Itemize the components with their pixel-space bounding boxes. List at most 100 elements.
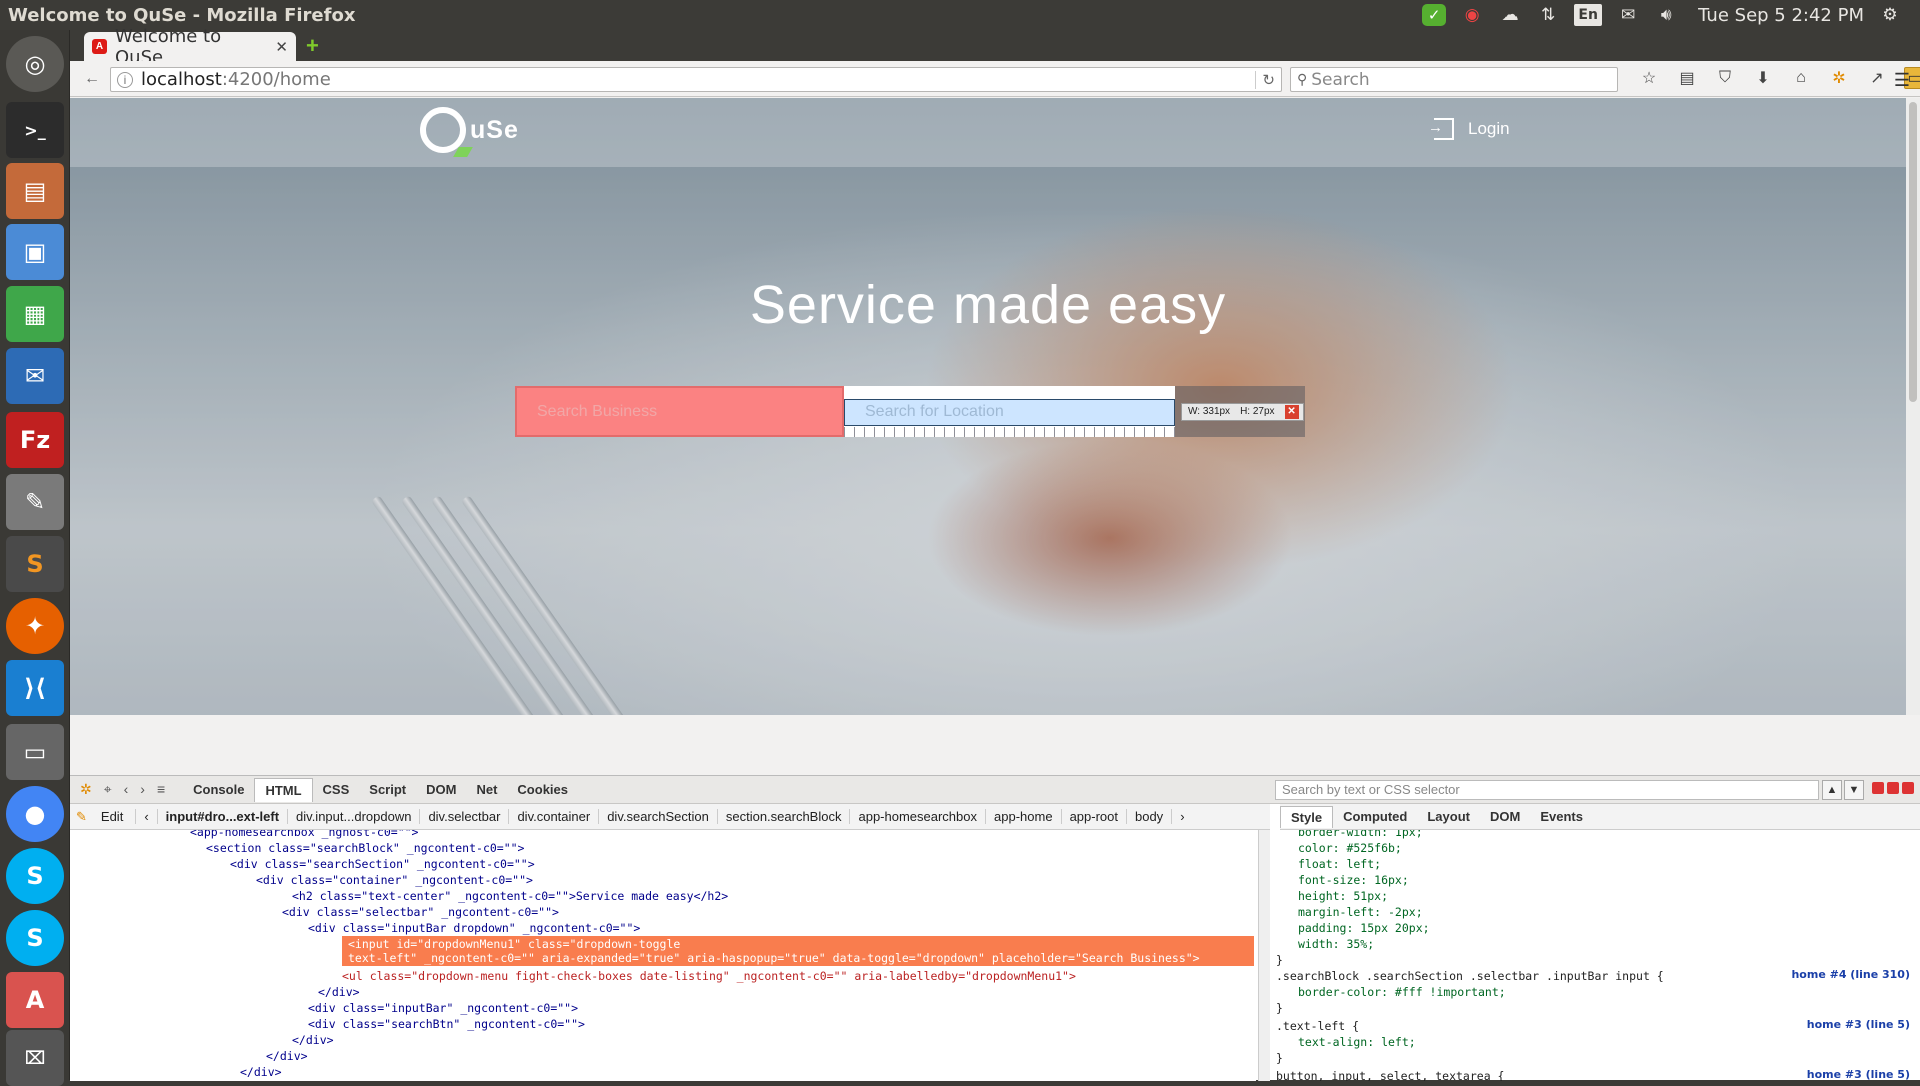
downloads-icon[interactable]: ⬇ — [1752, 67, 1774, 89]
trash-icon[interactable]: ⌧ — [6, 1030, 64, 1086]
url-bar[interactable]: i localhost :4200/home ↻ — [110, 67, 1282, 92]
search-button[interactable]: W: 331px H: 27px ✕ — [1175, 386, 1305, 437]
skype-beta-icon[interactable]: S — [6, 910, 64, 966]
scrollbar-thumb[interactable] — [1909, 102, 1917, 402]
html-node[interactable]: <ul class="dropdown-menu fight-check-box… — [342, 968, 1076, 984]
selected-html-node[interactable]: <input id="dropdownMenu1" class="dropdow… — [342, 936, 1254, 966]
dash-icon[interactable]: ◎ — [6, 36, 64, 92]
volume-icon[interactable]: 🔊︎ — [1654, 4, 1678, 26]
dropper-icon[interactable]: ↗ — [1866, 67, 1888, 89]
css-prop[interactable]: border-color: #fff !important; — [1298, 984, 1506, 1000]
image-viewer-icon[interactable]: ▣ — [6, 224, 64, 280]
tab-welcome[interactable]: A Welcome to QuSe ✕ — [84, 26, 296, 68]
html-node[interactable]: </div> — [292, 1032, 334, 1048]
html-node[interactable]: </div> — [266, 1048, 308, 1064]
breadcrumb-item[interactable]: input#dro...ext-left — [156, 809, 287, 824]
tab-style[interactable]: Style — [1280, 805, 1334, 828]
breadcrumb-item[interactable]: body — [1125, 809, 1171, 824]
breadcrumb-item[interactable]: section.searchBlock — [716, 809, 850, 824]
minimize-icon[interactable] — [1872, 782, 1884, 794]
vscode-icon[interactable]: ⟩⟨ — [6, 660, 64, 716]
css-prop[interactable]: float: left; — [1298, 856, 1381, 872]
tab-dom[interactable]: DOM — [416, 778, 466, 802]
tab-css[interactable]: CSS — [313, 778, 360, 802]
html-node[interactable]: <div class="inputBar" _ngcontent-c0=""> — [308, 1000, 578, 1016]
new-tab-icon[interactable]: + — [306, 33, 319, 59]
search-location-field[interactable]: Search for Location — [844, 386, 1175, 437]
keyboard-language-icon[interactable]: En — [1574, 4, 1603, 26]
html-node[interactable]: <div class="container" _ngcontent-c0=""> — [256, 872, 533, 888]
chevron-down-icon[interactable]: ▼ — [1844, 780, 1864, 800]
html-node[interactable]: </div> — [240, 1064, 282, 1080]
html-node[interactable]: <section class="searchBlock" _ngcontent-… — [206, 840, 525, 856]
pocket-icon[interactable]: ⛉ — [1714, 67, 1736, 89]
html-node[interactable]: </div> — [318, 984, 360, 1000]
devtools-search-input[interactable]: Search by text or CSS selector — [1275, 780, 1819, 800]
breadcrumb-item[interactable]: app-root — [1060, 809, 1126, 824]
css-source-link[interactable]: home #3 (line 5) — [1807, 1068, 1910, 1081]
css-prop[interactable]: width: 35%; — [1298, 936, 1374, 952]
filezilla-icon[interactable]: Fz — [6, 412, 64, 468]
chrome-icon[interactable]: ● — [6, 786, 64, 842]
search-location-input[interactable]: Search for Location — [844, 399, 1175, 426]
css-selector[interactable]: .searchBlock .searchSection .selectbar .… — [1276, 968, 1664, 984]
clock[interactable]: Tue Sep 5 2:42 PM — [1698, 5, 1864, 26]
close-icon[interactable]: ✕ — [1284, 404, 1299, 419]
css-prop[interactable]: color: #525f6b; — [1298, 840, 1402, 856]
mail-icon[interactable]: ✉ — [1616, 4, 1640, 26]
html-node[interactable]: <div class="selectbar" _ngcontent-c0=""> — [282, 904, 559, 920]
firefox-icon[interactable]: ✦ — [6, 598, 64, 654]
tab-side-dom[interactable]: DOM — [1480, 806, 1530, 827]
breadcrumb-item[interactable]: app-home — [985, 809, 1061, 824]
html-node[interactable]: <app-homesearchbox _nghost-c0=""> — [190, 830, 418, 840]
hamburger-menu-icon[interactable]: ☰ — [1894, 70, 1910, 91]
prev-icon[interactable]: ‹ — [124, 781, 129, 798]
breadcrumb-item[interactable]: div.searchSection — [598, 809, 717, 824]
bookmark-star-icon[interactable]: ☆ — [1638, 67, 1660, 89]
sublime-icon[interactable]: S — [6, 536, 64, 592]
css-selector[interactable]: .text-left { — [1276, 1018, 1359, 1034]
html-scrollbar[interactable] — [1258, 830, 1270, 1081]
cloud-icon[interactable]: ☁ — [1498, 4, 1522, 26]
html-node[interactable]: <div class="inputBar dropdown" _ngconten… — [308, 920, 640, 936]
browser-search-input[interactable]: ⚲ Search — [1290, 67, 1618, 92]
login-link[interactable]: Login — [1428, 118, 1510, 140]
breadcrumb-item[interactable]: app-homesearchbox — [849, 809, 985, 824]
skype-icon[interactable]: S — [6, 848, 64, 904]
breadcrumb-item[interactable]: div.selectbar — [419, 809, 508, 824]
inspect-icon[interactable]: ⌖ — [104, 781, 112, 798]
html-node[interactable]: <div class="searchSection" _ngcontent-c0… — [230, 856, 535, 872]
html-node[interactable]: <div class="searchBtn" _ngcontent-c0=""> — [308, 1016, 585, 1032]
tab-html[interactable]: HTML — [254, 777, 313, 802]
close-tab-icon[interactable]: ✕ — [275, 38, 288, 56]
breadcrumb-item[interactable]: div.input...dropdown — [287, 809, 419, 824]
css-source-link[interactable]: home #4 (line 310) — [1791, 968, 1910, 981]
text-editor-icon[interactable]: ✎ — [6, 474, 64, 530]
software-center-icon[interactable]: A — [6, 972, 64, 1028]
css-prop[interactable]: margin-left: -2px; — [1298, 904, 1423, 920]
page-scrollbar[interactable] — [1906, 98, 1920, 715]
chrome-tray-icon[interactable]: ◉ — [1460, 4, 1484, 26]
firebug-icon[interactable]: ✲ — [80, 781, 92, 798]
search-business-input[interactable]: Search Business — [515, 386, 844, 437]
tab-console[interactable]: Console — [183, 778, 254, 802]
css-prop[interactable]: padding: 15px 20px; — [1298, 920, 1430, 936]
edit-button[interactable]: Edit — [93, 809, 135, 824]
thunderbird-icon[interactable]: ✉ — [6, 348, 64, 404]
terminal-icon[interactable]: >_ — [6, 102, 64, 158]
breadcrumb-scroll-right[interactable]: › — [1171, 809, 1192, 824]
command-line-icon[interactable]: ≡ — [157, 781, 165, 798]
firebug-icon[interactable]: ✲ — [1828, 67, 1850, 89]
breadcrumb-scroll-left[interactable]: ‹ — [135, 809, 156, 824]
tab-events[interactable]: Events — [1530, 806, 1593, 827]
power-gear-icon[interactable]: ⚙ — [1878, 4, 1902, 26]
back-arrow-icon[interactable]: ← — [80, 67, 104, 91]
tab-layout[interactable]: Layout — [1417, 806, 1480, 827]
site-logo[interactable]: uSe — [420, 107, 519, 153]
chevron-up-icon[interactable]: ▲ — [1822, 780, 1842, 800]
css-source-link[interactable]: home #3 (line 5) — [1807, 1018, 1910, 1031]
css-prop[interactable]: text-align: left; — [1298, 1034, 1416, 1050]
tab-cookies[interactable]: Cookies — [507, 778, 578, 802]
tab-computed[interactable]: Computed — [1333, 806, 1417, 827]
files-icon[interactable]: ▤ — [6, 163, 64, 219]
